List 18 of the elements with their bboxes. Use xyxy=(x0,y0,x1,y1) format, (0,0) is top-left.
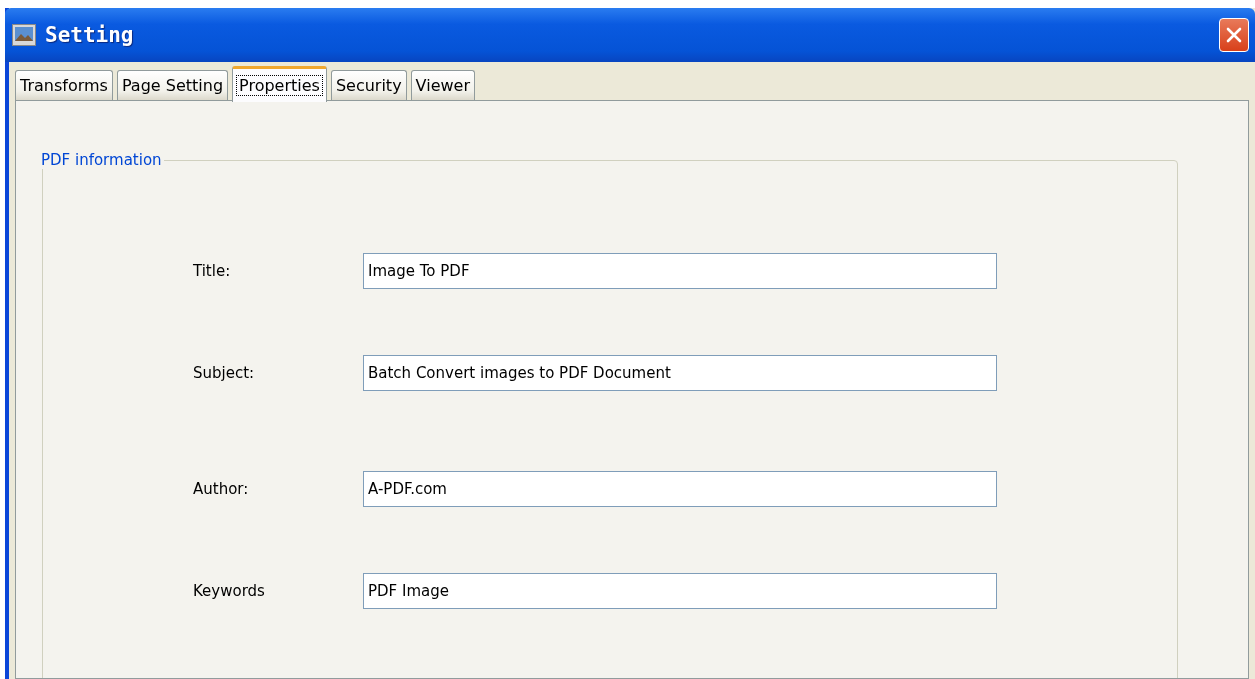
group-title: PDF information xyxy=(40,151,163,169)
tab[interactable]: Viewer xyxy=(410,70,475,100)
tab[interactable]: Page Setting xyxy=(116,70,229,100)
input-field[interactable]: Batch Convert images to PDF Document xyxy=(363,355,997,391)
field-label: Keywords xyxy=(193,582,266,600)
tab[interactable]: Security xyxy=(330,70,407,100)
landscape-picture-icon xyxy=(11,24,37,46)
close-button[interactable] xyxy=(1219,18,1249,52)
field-label: Subject: xyxy=(193,364,256,382)
input-field[interactable]: A-PDF.com xyxy=(363,471,997,507)
input-field[interactable]: Image To PDF xyxy=(363,253,997,289)
field-label: Author: xyxy=(193,480,250,498)
window-title: Setting xyxy=(45,23,135,47)
input-field[interactable]: PDF Image xyxy=(363,573,997,609)
field-label: Title: xyxy=(193,262,232,280)
tab[interactable]: Transforms xyxy=(15,70,113,100)
close-icon xyxy=(1224,25,1244,45)
tab[interactable]: Properties xyxy=(232,66,327,102)
